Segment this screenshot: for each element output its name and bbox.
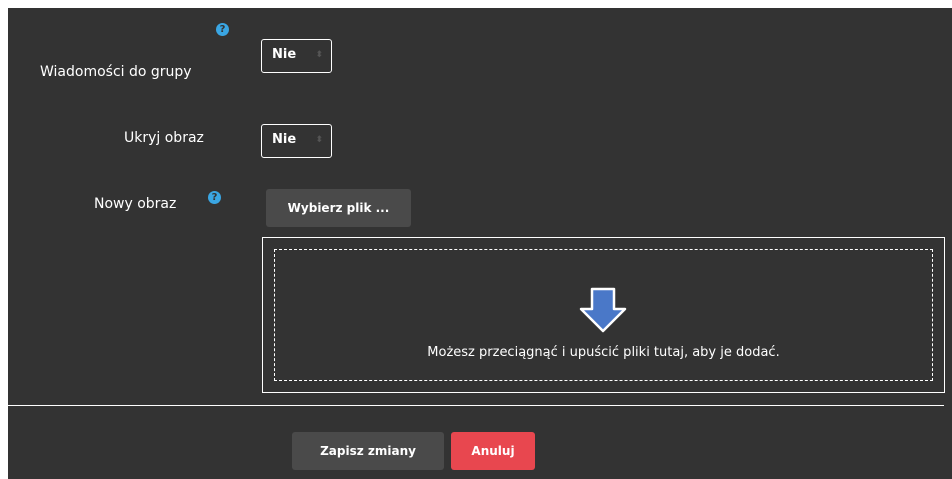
group-messages-select[interactable]: Nie ⬍ [261,39,332,73]
cancel-button[interactable]: Anuluj [451,432,535,470]
save-button[interactable]: Zapisz zmiany [292,432,444,470]
arrow-down-icon [579,287,627,333]
hide-image-select[interactable]: Nie ⬍ [261,124,332,158]
select-caret-icon: ⬍ [315,50,323,60]
hide-image-value: Nie [272,132,297,147]
form-panel: ? Wiadomości do grupy Nie ⬍ Ukryj obraz … [8,8,952,479]
help-icon[interactable]: ? [216,23,229,36]
dropzone-text: Możesz przeciągnąć i upuścić pliki tutaj… [427,345,780,360]
choose-file-button[interactable]: Wybierz plik ... [266,189,411,227]
select-caret-icon: ⬍ [315,135,323,145]
new-image-label: Nowy obraz [94,196,177,212]
dropzone-dashed-area: Możesz przeciągnąć i upuścić pliki tutaj… [274,249,933,381]
help-icon[interactable]: ? [208,191,221,204]
hide-image-label: Ukryj obraz [124,130,204,146]
file-dropzone[interactable]: Możesz przeciągnąć i upuścić pliki tutaj… [262,237,945,393]
group-messages-label: Wiadomości do grupy [40,64,192,80]
divider [8,405,944,406]
group-messages-value: Nie [272,47,297,62]
